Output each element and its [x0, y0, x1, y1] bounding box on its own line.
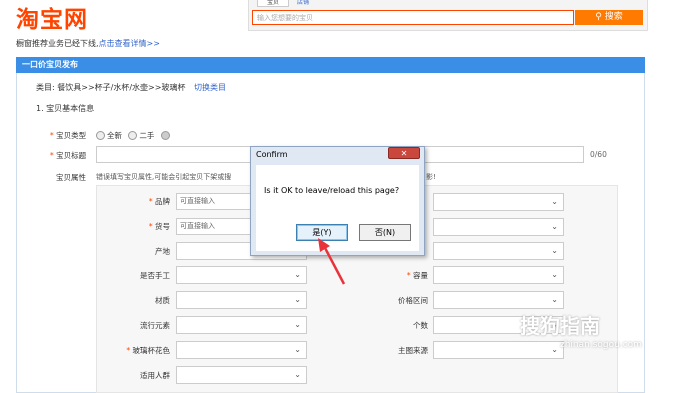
chevron-down-icon: ⌄: [294, 270, 301, 279]
dialog-message: Is it OK to leave/reload this page?: [264, 186, 400, 195]
attr-label-brand: * 品牌: [148, 197, 170, 206]
pattern-select[interactable]: ⌄: [176, 341, 307, 359]
capacity-select[interactable]: ⌄: [433, 266, 564, 284]
attributes-hint-end: 影!: [426, 173, 436, 181]
brand-input[interactable]: 可直接输入: [176, 193, 256, 210]
attr-label-audience: 适用人群: [140, 371, 170, 380]
watermark-logo: 搜狗指南: [520, 314, 600, 338]
tab-item[interactable]: 宝贝: [257, 0, 289, 7]
attributes-label: 宝贝属性: [56, 173, 86, 182]
search-button-label: 搜索: [604, 12, 623, 22]
handmade-select[interactable]: ⌄: [176, 266, 307, 284]
attributes-hint: 错误填写宝贝属性,可能会引起宝贝下架或搜: [96, 173, 232, 181]
panel-title: 一口价宝贝发布: [16, 57, 645, 73]
audience-select[interactable]: ⌄: [176, 366, 307, 384]
price-range-select[interactable]: ⌄: [433, 291, 564, 309]
notice-link[interactable]: 点击查看详情>>: [99, 39, 160, 48]
attr-label-model: * 货号: [148, 222, 170, 231]
watermark-url: zhinan.sogou.com: [560, 340, 642, 350]
annotation-arrow-icon: [318, 238, 346, 285]
item-type-label: * 宝贝类型: [50, 131, 87, 140]
section-title: 1. 宝贝基本信息: [36, 104, 95, 113]
right-select-3[interactable]: ⌄: [433, 242, 564, 260]
search-button[interactable]: ⚲ 搜索: [575, 10, 643, 25]
search-icon: ⚲: [595, 12, 602, 22]
dialog-title: Confirm: [256, 150, 288, 159]
search-input[interactable]: 输入您想要的宝贝: [252, 10, 574, 25]
switch-category-link[interactable]: 切换类目: [194, 83, 226, 92]
radio-new-label: 全新: [107, 131, 122, 140]
attr-label-capacity: * 容量: [406, 271, 428, 280]
attr-label-origin: 产地: [155, 247, 170, 256]
notice-bar: 橱窗推荐业务已经下线,点击查看详情>>: [16, 38, 160, 49]
radio-new[interactable]: [96, 131, 105, 140]
material-select[interactable]: ⌄: [176, 291, 307, 309]
attr-label-style: 流行元素: [140, 321, 170, 330]
help-icon[interactable]: [160, 131, 170, 140]
chevron-down-icon: ⌄: [294, 295, 301, 304]
chevron-down-icon: ⌄: [551, 222, 558, 231]
chevron-down-icon: ⌄: [551, 197, 558, 206]
right-select-2[interactable]: ⌄: [433, 218, 564, 236]
item-type-options: 全新 二手: [92, 130, 172, 141]
style-select[interactable]: ⌄: [176, 316, 307, 334]
radio-used-label: 二手: [139, 131, 155, 140]
chevron-down-icon: ⌄: [551, 270, 558, 279]
close-icon[interactable]: ✕: [388, 147, 420, 159]
radio-used[interactable]: [128, 131, 138, 140]
notice-text: 橱窗推荐业务已经下线,: [16, 39, 99, 48]
right-select-1[interactable]: ⌄: [433, 193, 564, 211]
attr-label-handmade: 是否手工: [140, 271, 170, 280]
chevron-down-icon: ⌄: [294, 370, 301, 379]
attr-label-material: 材质: [155, 296, 170, 305]
chevron-down-icon: ⌄: [551, 246, 558, 255]
no-button[interactable]: 否(N): [359, 224, 411, 241]
chevron-down-icon: ⌄: [294, 320, 301, 329]
model-input[interactable]: 可直接输入: [176, 218, 256, 235]
tab-shop[interactable]: 店铺: [297, 0, 309, 6]
category-breadcrumb: 类目: 餐饮具>>杯子/水杯/水壶>>玻璃杯 切换类目: [36, 82, 226, 93]
chevron-down-icon: ⌄: [551, 295, 558, 304]
chevron-down-icon: ⌄: [551, 345, 558, 354]
image-source-select[interactable]: ⌄: [433, 341, 564, 359]
taobao-logo[interactable]: 淘宝网: [16, 0, 88, 34]
category-path: 餐饮具>>杯子/水杯/水壶>>玻璃杯: [57, 83, 186, 92]
title-counter: 0/60: [590, 150, 607, 159]
attr-label-image-source: 主图来源: [398, 346, 428, 355]
title-label: * 宝贝标题: [50, 151, 87, 160]
attr-label-count: 个数: [413, 321, 428, 330]
attr-label-pattern: * 玻璃杯花色: [126, 346, 170, 355]
category-prefix: 类目:: [36, 83, 55, 92]
chevron-down-icon: ⌄: [294, 345, 301, 354]
attr-label-price-range: 价格区间: [398, 296, 428, 305]
